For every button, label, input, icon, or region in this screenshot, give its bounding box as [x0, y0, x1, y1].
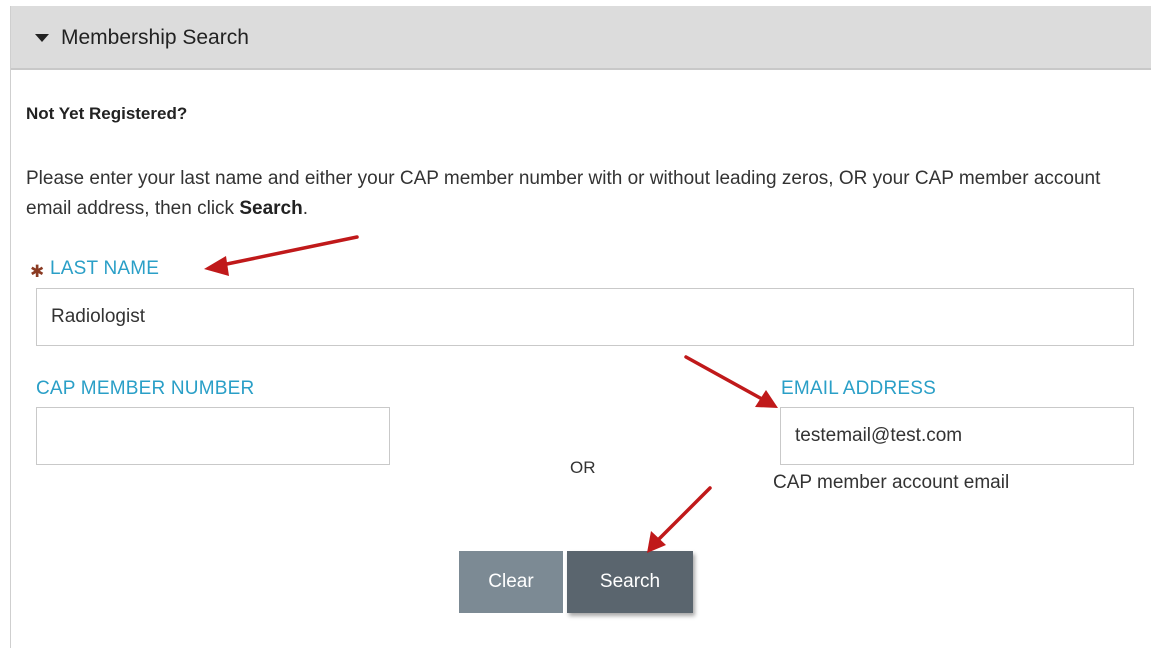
member-number-input[interactable] [36, 407, 390, 465]
email-address-input[interactable] [780, 407, 1134, 465]
member-number-label: CAP MEMBER NUMBER [36, 378, 255, 399]
instructions-text: Please enter your last name and either y… [26, 164, 1126, 224]
or-separator: OR [570, 458, 596, 477]
last-name-input[interactable] [36, 288, 1134, 346]
caret-down-icon[interactable] [35, 34, 49, 42]
instructions-text-part: Please enter your last name and either y… [26, 168, 1101, 219]
last-name-label: LAST NAME [50, 258, 160, 279]
panel-title: Membership Search [61, 26, 249, 49]
email-address-label: EMAIL ADDRESS [781, 378, 936, 399]
search-button[interactable]: Search [567, 551, 693, 613]
required-asterisk-icon: ✱ [30, 262, 45, 281]
panel-header[interactable]: Membership Search [11, 6, 1151, 70]
not-registered-heading: Not Yet Registered? [26, 104, 188, 123]
email-helper-text: CAP member account email [773, 472, 1010, 493]
instructions-search-emphasis: Search [239, 198, 303, 219]
clear-button[interactable]: Clear [459, 551, 563, 613]
instructions-text-end: . [302, 198, 308, 219]
